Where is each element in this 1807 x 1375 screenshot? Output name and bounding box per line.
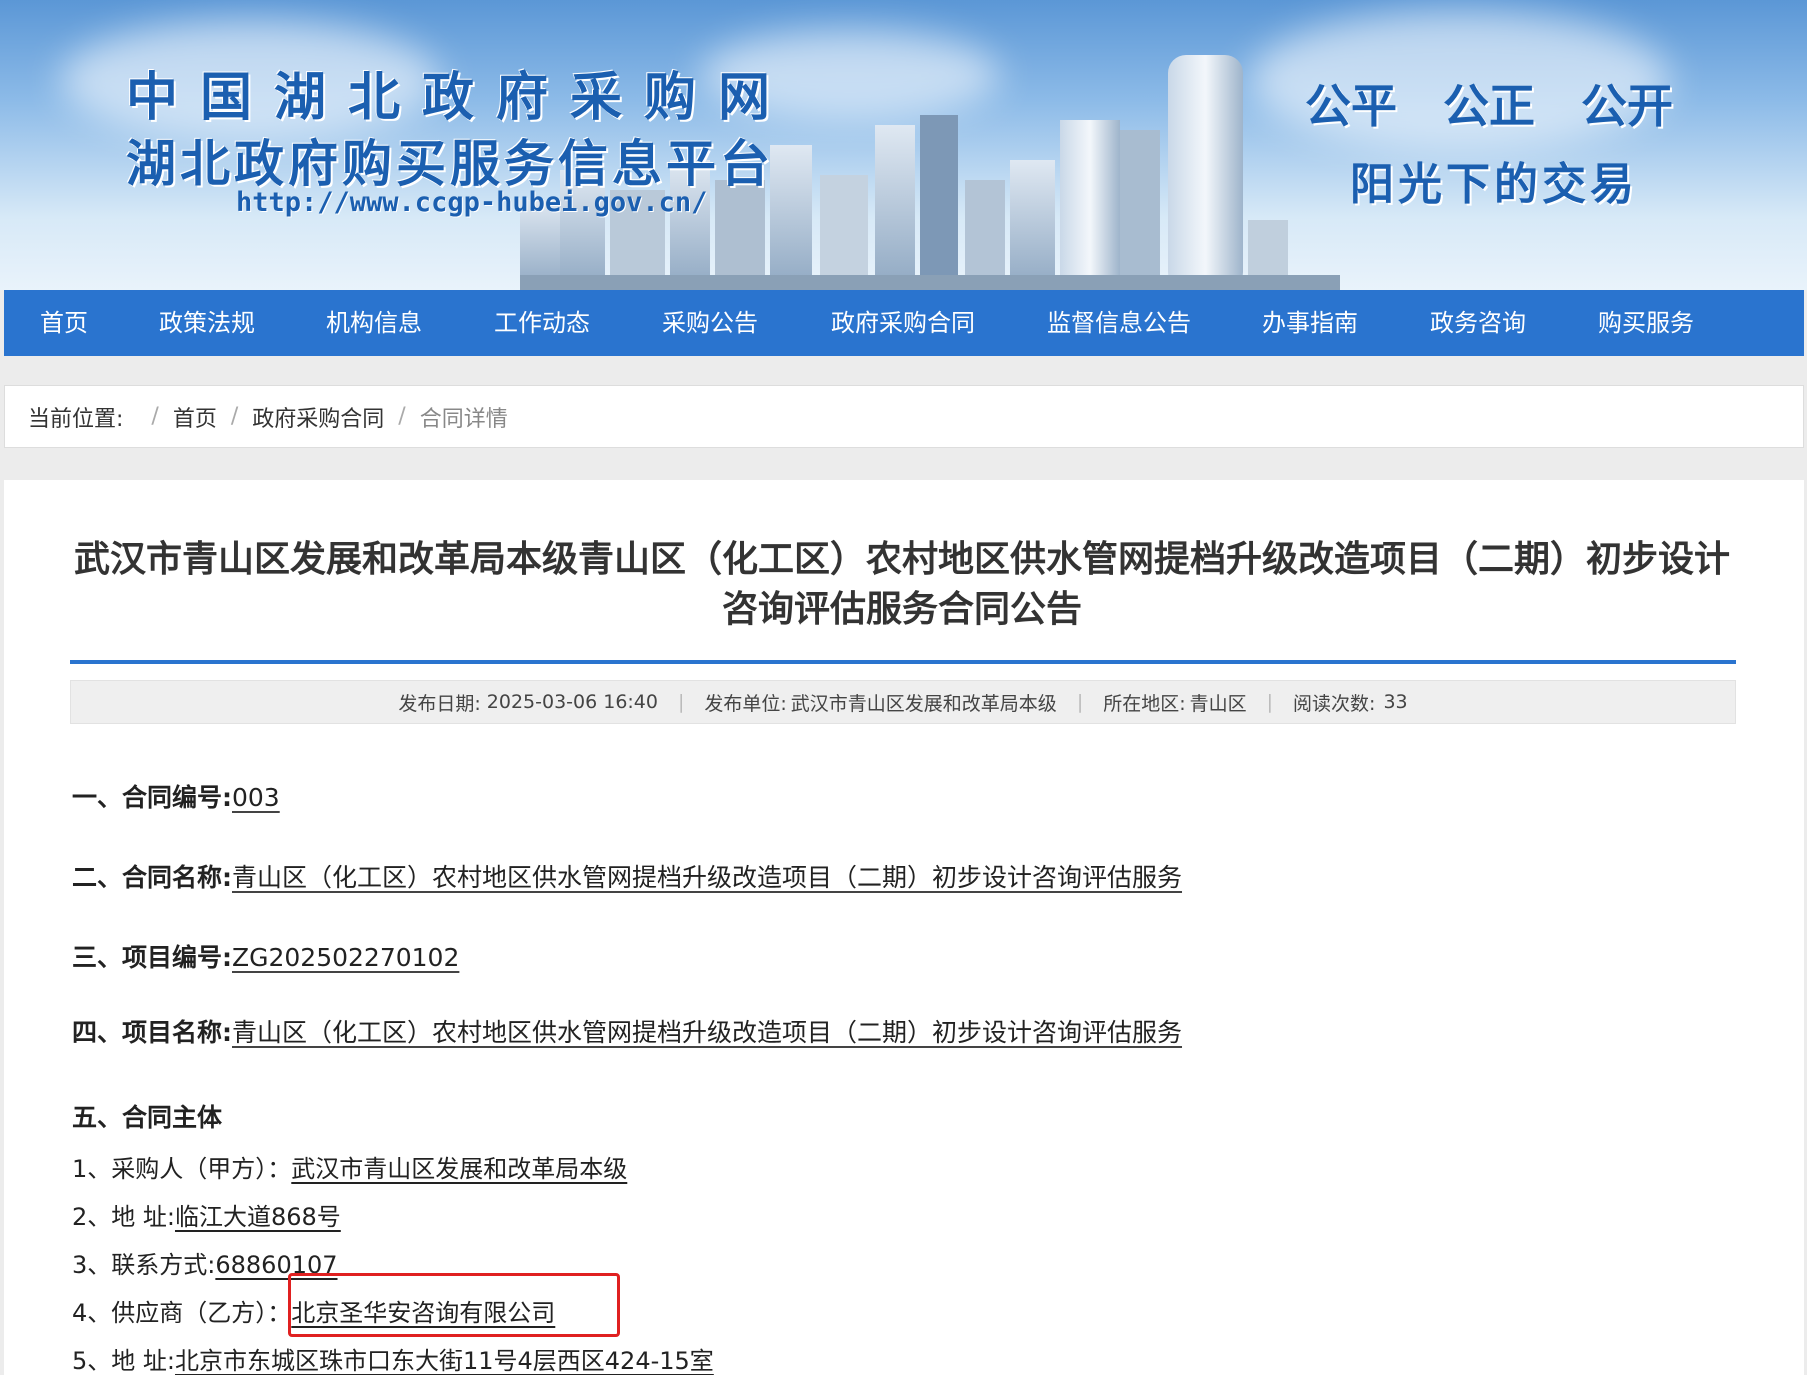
nav-item-consultation[interactable]: 政务咨询 (1430, 290, 1526, 356)
party-row-purchaser-address: 2、地 址:临江大道868号 (72, 1197, 341, 1232)
read-count-label: 阅读次数: (1293, 692, 1376, 715)
party-row-supplier-address: 5、地 址:北京市东城区珠市口东大街11号4层西区424-15室 (72, 1341, 714, 1375)
contract-parties-heading: 五、合同主体 (72, 1103, 223, 1132)
project-number-value: ZG202502270102 (232, 943, 460, 972)
article-meta-bar: 发布日期: 2025-03-06 16:40 | 发布单位: 武汉市青山区发展和… (70, 680, 1736, 724)
party-label: 1、采购人（甲方）： (72, 1155, 292, 1183)
breadcrumb-home-link[interactable]: 首页 (173, 401, 217, 433)
supplier-highlight-box (288, 1273, 620, 1337)
party-value: 北京市东城区珠市口东大街11号4层西区424-15室 (174, 1347, 714, 1375)
meta-divider: | (1266, 691, 1274, 713)
nav-item-agency-info[interactable]: 机构信息 (326, 290, 422, 356)
region: 青山区 (1189, 692, 1247, 715)
contract-name-label: 二、合同名称: (72, 863, 232, 892)
main-nav: 首页 政策法规 机构信息 工作动态 采购公告 政府采购合同 监督信息公告 办事指… (4, 290, 1804, 356)
breadcrumb-current: 合同详情 (419, 406, 508, 432)
nav-item-supervision[interactable]: 监督信息公告 (1047, 290, 1191, 356)
article-title: 武汉市青山区发展和改革局本级青山区（化工区）农村地区供水管网提档升级改造项目（二… (73, 539, 1730, 630)
project-name-value: 青山区（化工区）农村地区供水管网提档升级改造项目（二期）初步设计咨询评估服务 (232, 1018, 1183, 1047)
breadcrumb-separator: / (230, 404, 239, 429)
nav-item-guide[interactable]: 办事指南 (1262, 290, 1358, 356)
nav-item-purchase-services[interactable]: 购买服务 (1598, 290, 1694, 356)
breadcrumb: 当前位置: / 首页 / 政府采购合同 / 合同详情 (4, 385, 1804, 448)
nav-item-procurement-notices[interactable]: 采购公告 (662, 290, 758, 356)
party-value: 临江大道868号 (174, 1203, 341, 1231)
contract-number-row: 一、合同编号:003 (72, 778, 280, 814)
breadcrumb-prefix: 当前位置: (28, 406, 124, 432)
nav-item-policy[interactable]: 政策法规 (159, 290, 255, 356)
breadcrumb-separator: / (151, 404, 159, 429)
nav-item-work-news[interactable]: 工作动态 (494, 290, 590, 356)
party-label: 3、联系方式: (72, 1251, 216, 1279)
site-title: 中国湖北政府采购网 (126, 67, 793, 128)
project-name-row: 四、项目名称:青山区（化工区）农村地区供水管网提档升级改造项目（二期）初步设计咨… (72, 1013, 1182, 1049)
breadcrumb-contracts-link[interactable]: 政府采购合同 (252, 401, 384, 433)
site-url: http://www.ccgp-hubei.gov.cn/ (236, 187, 708, 218)
publisher-label: 发布单位: (704, 692, 787, 715)
site-subtitle: 湖北政府购买服务信息平台 (126, 134, 774, 193)
nav-item-home[interactable]: 首页 (40, 290, 88, 356)
publish-date-label: 发布日期: (398, 692, 481, 715)
party-label: 2、地 址: (72, 1203, 175, 1231)
slogan-fairness: 公平 公正 公开 (1305, 79, 1674, 133)
meta-divider: | (677, 691, 685, 713)
page: 中国湖北政府采购网 湖北政府购买服务信息平台 http://www.ccgp-h… (0, 0, 1807, 1375)
title-divider (70, 660, 1736, 664)
contract-number-label: 一、合同编号: (72, 783, 232, 812)
read-count: 33 (1383, 691, 1408, 713)
project-name-label: 四、项目名称: (72, 1018, 232, 1047)
slogan-sunshine-trade: 阳光下的交易 (1350, 159, 1638, 210)
site-banner: 中国湖北政府采购网 湖北政府购买服务信息平台 http://www.ccgp-h… (0, 0, 1807, 290)
project-number-row: 三、项目编号:ZG202502270102 (72, 938, 459, 974)
contract-name-value: 青山区（化工区）农村地区供水管网提档升级改造项目（二期）初步设计咨询评估服务 (232, 863, 1183, 892)
party-label: 5、地 址: (72, 1347, 175, 1375)
contract-name-row: 二、合同名称:青山区（化工区）农村地区供水管网提档升级改造项目（二期）初步设计咨… (72, 858, 1182, 894)
publisher: 武汉市青山区发展和改革局本级 (790, 692, 1057, 715)
contract-number-value: 003 (232, 783, 280, 812)
region-label: 所在地区: (1103, 692, 1186, 715)
party-value: 武汉市青山区发展和改革局本级 (291, 1155, 628, 1183)
party-row-purchaser: 1、采购人（甲方）：武汉市青山区发展和改革局本级 (72, 1149, 627, 1184)
meta-divider: | (1076, 691, 1084, 713)
nav-item-contracts[interactable]: 政府采购合同 (831, 290, 975, 356)
project-number-label: 三、项目编号: (72, 943, 232, 972)
party-label: 4、供应商（乙方）： (72, 1299, 292, 1327)
publish-date: 2025-03-06 16:40 (486, 691, 658, 713)
breadcrumb-separator: / (398, 404, 406, 429)
